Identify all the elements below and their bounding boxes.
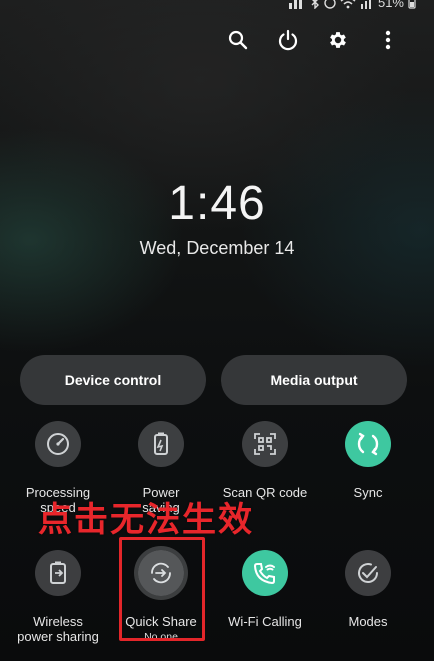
gear-icon: [330, 32, 346, 48]
settings-button[interactable]: [322, 24, 354, 56]
sync-icon: [357, 432, 379, 456]
battery-icon: [154, 432, 168, 455]
search-icon: [228, 30, 248, 50]
cell-bars-icon: [360, 0, 371, 9]
clock-date: Wed, December 14: [139, 238, 295, 258]
tile-wireless-power-sharing: Wireless power sharing: [8, 550, 108, 644]
power-icon: [278, 29, 298, 51]
wireless-power-sharing-toggle[interactable]: [35, 550, 81, 596]
wireless-label-line2: power sharing: [17, 629, 99, 644]
wifi-calling-label: Wi-Fi Calling: [228, 614, 302, 629]
annotation-text: 点击无法生效: [38, 500, 254, 540]
speedometer-icon: [47, 433, 69, 455]
tile-sync: Sync: [318, 421, 418, 500]
wifi-calling-toggle[interactable]: [242, 550, 288, 596]
modes-toggle[interactable]: [345, 550, 391, 596]
device-control-button[interactable]: Device control: [20, 355, 206, 405]
search-button[interactable]: [222, 24, 254, 56]
battery-share-icon: [50, 561, 66, 584]
battery-percent: 51%: [377, 0, 404, 10]
battery-status-icon: [408, 0, 416, 9]
alarm-icon: [324, 0, 336, 9]
sync-label: Sync: [353, 485, 383, 500]
sync-toggle[interactable]: [345, 421, 391, 467]
status-bar: 51%: [288, 0, 416, 11]
more-vertical-icon: [385, 30, 391, 50]
annotation-highlight-box: [119, 537, 205, 641]
wireless-label-line1: Wireless: [33, 614, 83, 629]
wifi-call-icon: [253, 563, 275, 585]
tile-modes: Modes: [318, 550, 418, 629]
tile-wifi-calling: Wi-Fi Calling: [215, 550, 315, 629]
modes-check-icon: [358, 563, 378, 583]
scan-qr-toggle[interactable]: [242, 421, 288, 467]
media-output-button[interactable]: Media output: [221, 355, 407, 405]
wireless-power-sharing-label: Wireless power sharing: [8, 614, 108, 644]
tile-scan-qr-code: Scan QR code: [215, 421, 315, 500]
processing-speed-toggle[interactable]: [35, 421, 81, 467]
modes-label: Modes: [348, 614, 388, 629]
wifi-icon: [340, 0, 356, 9]
power-button[interactable]: [272, 24, 304, 56]
top-action-bar: [0, 24, 434, 56]
more-options-button[interactable]: [372, 24, 404, 56]
signal-icon: [288, 0, 302, 9]
clock-time: 1:46: [168, 177, 266, 230]
bluetooth-icon: [311, 0, 319, 9]
qr-code-icon: [254, 433, 276, 455]
power-saving-toggle[interactable]: [138, 421, 184, 467]
